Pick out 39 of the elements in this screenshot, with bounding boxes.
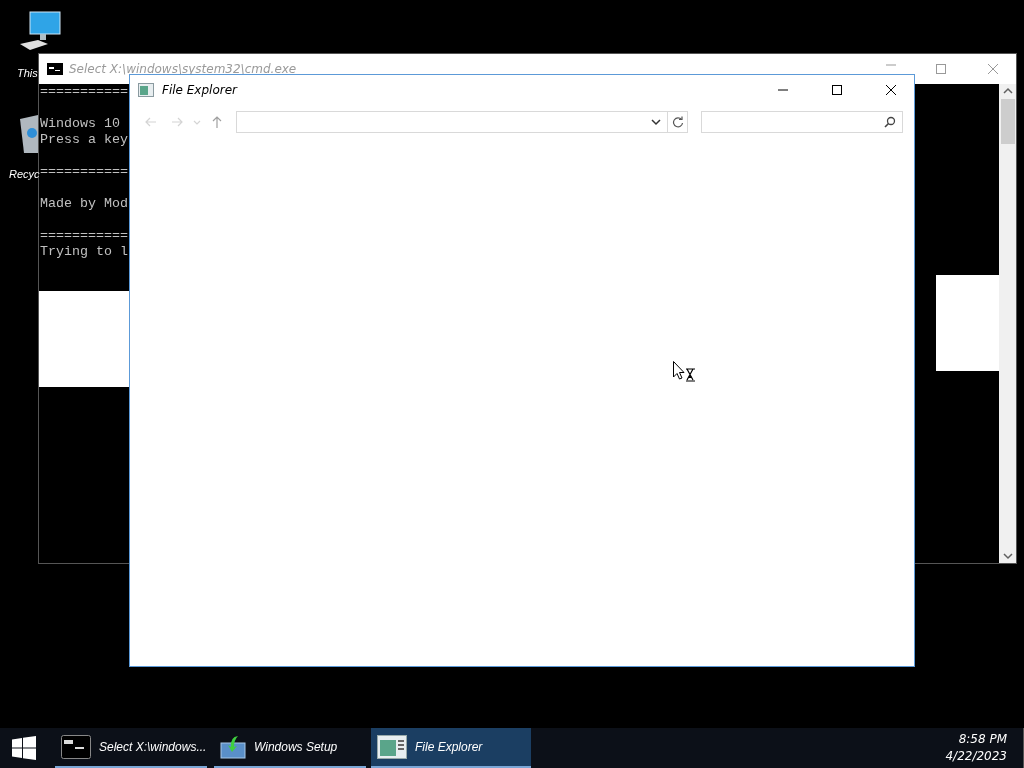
console-text: Press a key xyxy=(40,132,128,148)
taskbar-button[interactable]: File Explorer xyxy=(371,728,531,768)
desktop-icon-label[interactable]: Recyc xyxy=(9,167,40,181)
scrollbar-thumb[interactable] xyxy=(1000,99,1015,144)
windows-logo-icon xyxy=(12,736,36,760)
console-icon xyxy=(61,735,91,759)
refresh-icon xyxy=(671,116,684,128)
window-icon xyxy=(138,83,154,97)
desktop-icon-label[interactable]: This xyxy=(17,66,38,80)
console-text: Made by Mod xyxy=(40,196,128,212)
maximize-icon xyxy=(936,64,946,74)
busy-cursor-icon xyxy=(673,361,696,382)
arrow-up-icon xyxy=(210,115,224,129)
arrow-right-icon xyxy=(170,115,184,129)
search-field[interactable] xyxy=(701,111,903,133)
clock-date: 4/22/2023 xyxy=(945,748,1007,765)
setup-icon xyxy=(220,735,246,759)
taskbar-button[interactable]: Windows Setup xyxy=(214,728,366,768)
window-title: Select X:\windows\system32\cmd.exe xyxy=(69,61,297,78)
scrollbar[interactable] xyxy=(999,84,1016,563)
search-icon xyxy=(884,116,896,128)
console-text: Trying to l xyxy=(40,244,128,260)
console-text: =========== xyxy=(40,228,128,244)
console-icon xyxy=(47,63,63,75)
console-text: =========== xyxy=(40,164,128,179)
chevron-down-icon[interactable] xyxy=(651,118,661,126)
computer-icon[interactable] xyxy=(18,10,62,52)
console-text: =========== xyxy=(40,84,128,100)
window-title: File Explorer xyxy=(162,82,237,99)
recycle-bin-icon[interactable] xyxy=(20,113,38,155)
console-text: Windows 10 xyxy=(40,116,120,132)
maximize-icon xyxy=(832,85,842,95)
close-icon xyxy=(988,64,998,74)
taskbar-button[interactable]: Select X:\windows... xyxy=(55,728,207,768)
close-icon xyxy=(886,85,896,95)
refresh-button[interactable] xyxy=(668,111,688,133)
window-icon xyxy=(377,735,407,759)
clock-time: 8:58 PM xyxy=(958,731,1007,748)
arrow-left-icon xyxy=(144,115,158,129)
